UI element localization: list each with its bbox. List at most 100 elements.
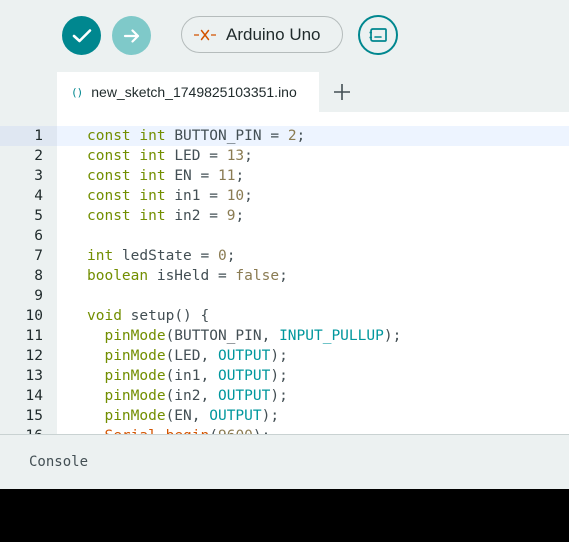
code-token: (LED, bbox=[165, 348, 218, 364]
code-token: int bbox=[139, 148, 166, 164]
line-code: boolean isHeld = false; bbox=[87, 266, 288, 286]
code-token: const bbox=[87, 168, 131, 184]
code-token: const bbox=[87, 148, 131, 164]
sketch-file-icon: () bbox=[71, 85, 83, 99]
verify-button[interactable] bbox=[62, 16, 101, 55]
code-line[interactable]: 15 pinMode(EN, OUTPUT); bbox=[0, 406, 569, 426]
line-number: 8 bbox=[34, 268, 43, 284]
code-token: 0 bbox=[217, 248, 227, 264]
code-token: INPUT_PULLUP bbox=[279, 328, 384, 344]
serial-monitor-icon bbox=[369, 28, 387, 42]
code-token: ; bbox=[235, 168, 245, 184]
line-number: 14 bbox=[25, 388, 43, 404]
upload-button[interactable] bbox=[112, 16, 151, 55]
code-token: ; bbox=[244, 188, 253, 204]
code-token: ledState = bbox=[113, 248, 218, 264]
code-token: boolean bbox=[87, 268, 149, 284]
line-code: int ledState = 0; bbox=[87, 246, 235, 266]
code-token: (EN, bbox=[165, 408, 210, 424]
serial-monitor-button[interactable] bbox=[358, 15, 398, 55]
code-token: void bbox=[87, 308, 122, 324]
code-token: pinMode bbox=[104, 408, 166, 424]
code-token: ); bbox=[261, 408, 280, 424]
line-number: 11 bbox=[25, 328, 43, 344]
code-line[interactable]: 6 bbox=[0, 226, 569, 246]
line-number: 5 bbox=[34, 208, 43, 224]
code-token: LED = bbox=[165, 148, 227, 164]
line-number: 3 bbox=[34, 168, 43, 184]
code-token: in2 = bbox=[165, 208, 227, 224]
code-token: ; bbox=[226, 248, 236, 264]
code-token: 10 bbox=[226, 188, 245, 204]
code-line[interactable]: 11 pinMode(BUTTON_PIN, INPUT_PULLUP); bbox=[0, 326, 569, 346]
code-token: ; bbox=[244, 148, 253, 164]
console-label: Console bbox=[29, 454, 89, 470]
line-number: 12 bbox=[25, 348, 43, 364]
code-token: 2 bbox=[287, 128, 297, 144]
line-code: const int in2 = 9; bbox=[87, 206, 244, 226]
check-icon bbox=[72, 28, 91, 42]
code-line[interactable]: 13 pinMode(in1, OUTPUT); bbox=[0, 366, 569, 386]
code-token: OUTPUT bbox=[217, 388, 271, 404]
code-token: false bbox=[235, 268, 280, 284]
line-number: 13 bbox=[25, 368, 43, 384]
line-number: 10 bbox=[25, 308, 43, 324]
code-token: 11 bbox=[217, 168, 236, 184]
code-line[interactable]: 7 int ledState = 0; bbox=[0, 246, 569, 266]
add-tab-button[interactable] bbox=[331, 81, 353, 103]
code-line[interactable]: 5 const int in2 = 9; bbox=[0, 206, 569, 226]
code-line[interactable]: 4 const int in1 = 10; bbox=[0, 186, 569, 206]
code-token: const bbox=[87, 128, 131, 144]
code-token: int bbox=[87, 248, 114, 264]
line-code: pinMode(in2, OUTPUT); bbox=[87, 386, 287, 406]
code-token: setup bbox=[130, 308, 175, 324]
code-line[interactable]: 12 pinMode(LED, OUTPUT); bbox=[0, 346, 569, 366]
arrow-right-icon bbox=[123, 28, 139, 43]
code-line[interactable]: 1 const int BUTTON_PIN = 2; bbox=[0, 126, 569, 146]
code-token: 13 bbox=[226, 148, 245, 164]
board-selector[interactable]: Arduino Uno bbox=[181, 16, 343, 53]
code-line[interactable]: 9 bbox=[0, 286, 569, 306]
code-line[interactable]: 10 void setup() { bbox=[0, 306, 569, 326]
console-panel[interactable]: Console bbox=[0, 434, 569, 489]
code-token: ); bbox=[270, 348, 288, 364]
code-token: const bbox=[87, 208, 131, 224]
code-token: pinMode bbox=[104, 328, 166, 344]
toolbar: Arduino Uno bbox=[0, 0, 569, 72]
arduino-editor-window: Arduino Uno () new_sketch_1749825103351.… bbox=[0, 0, 569, 489]
code-token: OUTPUT bbox=[209, 408, 262, 424]
line-code: const int EN = 11; bbox=[87, 166, 244, 186]
line-code: pinMode(LED, OUTPUT); bbox=[87, 346, 288, 366]
disconnected-icon bbox=[194, 24, 216, 46]
code-token: () { bbox=[174, 308, 210, 324]
tab-sketch[interactable]: () new_sketch_1749825103351.ino bbox=[57, 72, 319, 112]
code-token: ; bbox=[296, 128, 306, 144]
line-number: 15 bbox=[25, 408, 43, 424]
line-code: const int in1 = 10; bbox=[87, 186, 253, 206]
code-line[interactable]: 3 const int EN = 11; bbox=[0, 166, 569, 186]
code-line[interactable]: 2 const int LED = 13; bbox=[0, 146, 569, 166]
tab-label: new_sketch_1749825103351.ino bbox=[91, 84, 297, 100]
line-code: pinMode(EN, OUTPUT); bbox=[87, 406, 279, 426]
code-line[interactable]: 8 boolean isHeld = false; bbox=[0, 266, 569, 286]
plus-icon bbox=[334, 84, 350, 100]
code-line[interactable]: 14 pinMode(in2, OUTPUT); bbox=[0, 386, 569, 406]
tab-bar: () new_sketch_1749825103351.ino bbox=[0, 72, 569, 112]
code-token: EN = bbox=[165, 168, 218, 184]
code-token: (in1, bbox=[165, 368, 218, 384]
code-line[interactable]: 16 Serial.begin(9600); bbox=[0, 426, 569, 434]
code-editor[interactable]: 1 const int BUTTON_PIN = 2; 2 const int LED… bbox=[0, 112, 569, 434]
line-number: 1 bbox=[34, 128, 43, 144]
line-number: 2 bbox=[34, 148, 43, 164]
code-token: in1 = bbox=[165, 188, 227, 204]
code-token: (in2, bbox=[165, 388, 218, 404]
board-label: Arduino Uno bbox=[226, 24, 321, 44]
code-token: int bbox=[139, 188, 166, 204]
line-code: const int LED = 13; bbox=[87, 146, 253, 166]
line-code: Serial.begin(9600); bbox=[87, 426, 270, 434]
